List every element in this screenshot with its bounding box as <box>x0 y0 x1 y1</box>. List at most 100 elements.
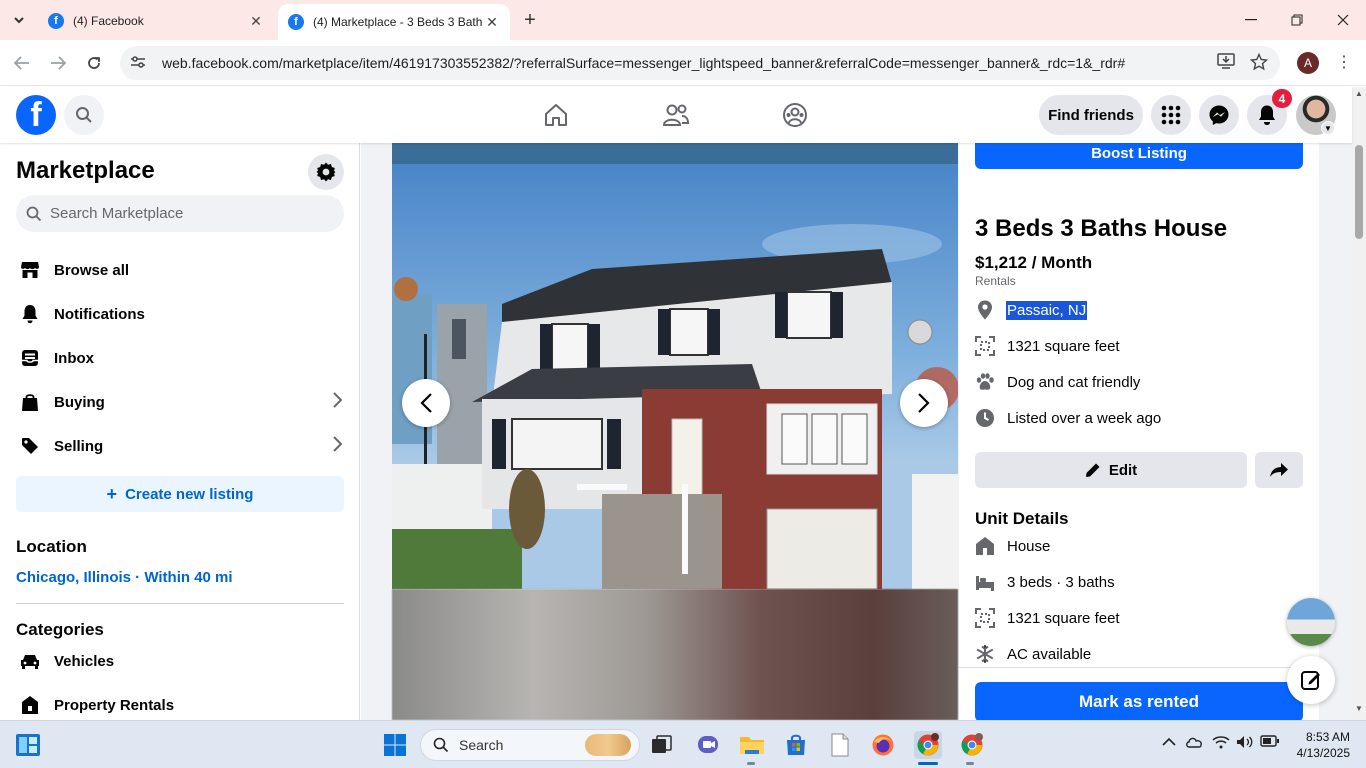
category-property-rentals[interactable]: Property Rentals <box>8 683 352 720</box>
close-window-button[interactable] <box>1320 0 1366 40</box>
sidebar-item-inbox[interactable]: Inbox <box>8 336 352 380</box>
task-view-icon[interactable] <box>648 731 676 759</box>
arrow-left-icon <box>14 56 29 70</box>
restore-button[interactable] <box>1274 0 1320 40</box>
messenger-button[interactable] <box>1199 95 1239 135</box>
notepad-icon[interactable] <box>826 731 854 759</box>
menu-button[interactable] <box>1151 95 1191 135</box>
chevron-down-icon <box>14 17 24 24</box>
chevron-left-icon <box>420 393 432 413</box>
compose-icon <box>1301 671 1320 690</box>
address-bar[interactable]: web.facebook.com/marketplace/item/461917… <box>120 46 1280 80</box>
location-text[interactable]: Passaic, NJ <box>1005 300 1088 320</box>
page-scrollbar[interactable]: ▲ ▼ <box>1352 87 1366 720</box>
sidebar-item-label: Buying <box>54 393 105 411</box>
close-tab-icon[interactable]: ✕ <box>484 14 500 31</box>
previous-photo-button[interactable] <box>402 379 450 427</box>
boost-listing-button[interactable]: Boost Listing <box>975 143 1303 169</box>
bell-icon <box>16 300 44 328</box>
nav-friends-button[interactable] <box>660 99 692 131</box>
wifi-icon[interactable] <box>1212 735 1230 752</box>
sidebar-item-browse-all[interactable]: Browse all <box>8 248 352 292</box>
scroll-up-arrow-icon[interactable]: ▲ <box>1352 89 1366 103</box>
listing-photo[interactable] <box>392 164 958 589</box>
taskbar-clock[interactable]: 8:53 AM 4/13/2025 <box>1290 729 1350 761</box>
edit-listing-button[interactable]: Edit <box>975 452 1247 488</box>
teams-chat-icon[interactable] <box>694 731 722 759</box>
chevron-right-icon <box>918 393 930 413</box>
close-tab-icon[interactable]: ✕ <box>248 13 264 30</box>
listing-category[interactable]: Rentals <box>975 274 1016 288</box>
nav-home-button[interactable] <box>540 99 572 131</box>
new-message-button[interactable] <box>1287 656 1335 704</box>
gear-icon <box>316 162 336 182</box>
location-link[interactable]: Chicago, Illinois · Within 40 mi <box>16 569 233 586</box>
widgets-icon[interactable] <box>14 731 42 759</box>
bookmark-star-icon[interactable] <box>1248 52 1270 75</box>
shopping-bag-icon <box>16 388 44 416</box>
mark-as-rented-button[interactable]: Mark as rented <box>975 682 1303 720</box>
battery-icon[interactable] <box>1260 735 1280 750</box>
scrollbar-thumb[interactable] <box>1355 145 1363 239</box>
category-vehicles[interactable]: Vehicles <box>8 639 352 683</box>
windows-taskbar: Search 8:53 AM 4/13/2025 <box>0 720 1366 768</box>
chrome-profile-icon[interactable] <box>958 731 986 759</box>
taskbar-search-box[interactable]: Search <box>420 729 640 761</box>
tab-search-button[interactable] <box>6 8 32 32</box>
back-button[interactable] <box>10 51 34 75</box>
paw-icon <box>975 372 995 392</box>
nav-groups-button[interactable] <box>779 99 811 131</box>
chat-head-listing-thumbnail[interactable] <box>1287 598 1335 646</box>
tag-icon <box>16 432 44 460</box>
onedrive-sync-icon[interactable] <box>1185 735 1203 752</box>
scroll-down-arrow-icon[interactable]: ▼ <box>1352 704 1366 718</box>
pets-row: Dog and cat friendly <box>975 370 1140 394</box>
start-button[interactable] <box>381 731 409 759</box>
minimize-button[interactable] <box>1228 0 1274 40</box>
facebook-favicon-icon: f <box>288 14 304 30</box>
tab-title: (4) Facebook <box>73 14 144 28</box>
facebook-logo-icon[interactable]: f <box>16 95 56 135</box>
firefox-icon[interactable] <box>869 731 897 759</box>
home-icon <box>545 104 567 126</box>
chevron-down-icon[interactable]: ▼ <box>1321 121 1335 135</box>
new-tab-button[interactable]: + <box>518 9 542 31</box>
reload-button[interactable] <box>82 51 106 75</box>
find-friends-button[interactable]: Find friends <box>1039 95 1143 135</box>
messenger-icon <box>1209 105 1229 125</box>
site-info-icon[interactable] <box>130 55 150 72</box>
clock-date: 4/13/2025 <box>1296 746 1350 760</box>
file-explorer-icon[interactable] <box>738 731 766 759</box>
search-icon <box>433 737 449 753</box>
sidebar-item-selling[interactable]: Selling <box>8 424 352 468</box>
sidebar-item-notifications[interactable]: Notifications <box>8 292 352 336</box>
show-hidden-icons-chevron-up-icon[interactable] <box>1162 735 1176 750</box>
search-marketplace-input[interactable]: Search Marketplace <box>16 195 344 232</box>
tab-marketplace[interactable]: f (4) Marketplace - 3 Beds 3 Bath ✕ <box>278 4 510 40</box>
share-listing-button[interactable] <box>1255 452 1303 488</box>
tab-facebook[interactable]: f (4) Facebook ✕ <box>38 6 274 36</box>
active-app-indicator <box>918 762 938 765</box>
browser-toolbar: web.facebook.com/marketplace/item/461917… <box>0 40 1366 86</box>
microsoft-store-icon[interactable] <box>782 731 810 759</box>
settings-button[interactable] <box>308 154 344 190</box>
area-icon <box>975 336 995 356</box>
divider <box>16 603 344 604</box>
sidebar-item-buying[interactable]: Buying <box>8 380 352 424</box>
facebook-search-button[interactable] <box>64 95 104 135</box>
photo-thumbnail-strip <box>392 589 958 720</box>
listing-title: 3 Beds 3 Baths House <box>975 215 1228 242</box>
browser-menu-icon[interactable]: ⋮ <box>1336 52 1352 74</box>
chrome-profile-a-icon[interactable] <box>914 731 942 759</box>
install-app-icon[interactable] <box>1215 53 1237 75</box>
next-photo-button[interactable] <box>900 379 948 427</box>
browser-profile-avatar[interactable]: A <box>1297 52 1319 74</box>
create-new-listing-button[interactable]: + Create new listing <box>16 476 344 512</box>
running-indicator <box>966 762 974 765</box>
marketplace-sidebar: Marketplace Search Marketplace Browse al… <box>0 143 360 720</box>
search-placeholder: Search Marketplace <box>50 205 184 222</box>
sidebar-item-label: Notifications <box>54 305 145 323</box>
forward-button[interactable] <box>46 51 70 75</box>
house-icon <box>975 536 995 556</box>
volume-icon[interactable] <box>1236 735 1254 752</box>
